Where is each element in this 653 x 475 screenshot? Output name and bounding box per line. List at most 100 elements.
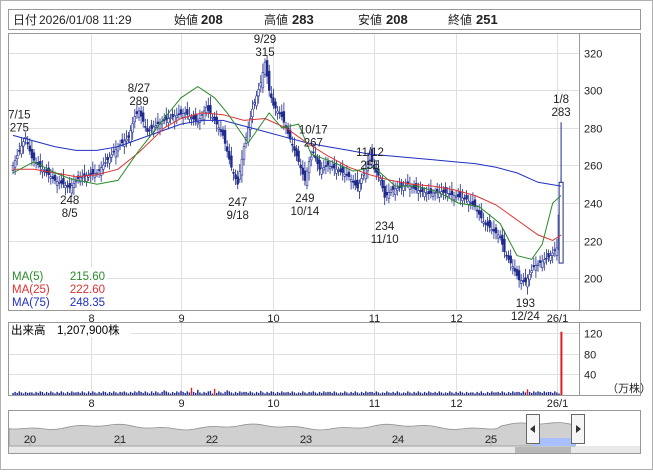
- candle-body: [524, 277, 527, 283]
- volume-bar: [247, 392, 249, 395]
- volume-bar: [537, 391, 539, 395]
- candle-body: [480, 210, 483, 219]
- candle-body: [72, 182, 76, 188]
- candle-body: [511, 266, 514, 269]
- candle-body: [442, 189, 445, 193]
- candle-body: [459, 191, 462, 198]
- volume-bar: [45, 391, 48, 395]
- volume-bar: [352, 392, 354, 395]
- volume-bar: [136, 392, 138, 395]
- volume-bar: [455, 391, 457, 395]
- last-candle-body: [558, 181, 564, 264]
- candle-body: [391, 186, 395, 190]
- candle-body: [108, 156, 111, 164]
- candle-body: [448, 193, 451, 195]
- candle-body: [513, 268, 517, 272]
- volume-bar: [283, 392, 285, 395]
- candle-body: [30, 149, 34, 159]
- candle-body: [341, 166, 344, 174]
- volume-bar: [150, 391, 153, 395]
- volume-bar: [243, 391, 245, 395]
- candle-body: [393, 188, 397, 195]
- candle-body: [175, 115, 178, 118]
- volume-bar: [268, 392, 270, 395]
- volume-bar: [556, 392, 558, 395]
- candle-body: [89, 172, 92, 175]
- volume-bar: [129, 391, 132, 395]
- header-close-value: 251: [476, 12, 498, 27]
- candle-body: [192, 115, 195, 120]
- month-label: 10: [267, 313, 279, 325]
- price-tick-label: 320: [584, 49, 602, 61]
- candle-body: [477, 210, 481, 215]
- volume-bar: [144, 391, 146, 395]
- candle-body: [32, 152, 36, 161]
- candle-body: [379, 178, 382, 181]
- range-handle-right[interactable]: [571, 414, 585, 444]
- candle-body: [102, 164, 105, 170]
- volume-bar: [335, 392, 338, 395]
- volume-bar: [167, 392, 170, 395]
- volume-bar: [316, 393, 319, 395]
- candle-body: [431, 192, 435, 197]
- candle-body: [482, 221, 485, 224]
- candle-body: [316, 157, 319, 164]
- volume-bar: [176, 391, 178, 395]
- volume-bar: [199, 392, 201, 395]
- volume-bar: [174, 392, 176, 395]
- candle-body: [425, 192, 428, 195]
- volume-bar: [142, 392, 144, 395]
- volume-bar: [505, 393, 508, 395]
- volume-bar: [226, 390, 228, 395]
- candle-body: [171, 113, 174, 117]
- candle-body: [318, 159, 321, 170]
- candle-body: [322, 167, 325, 171]
- candle-body: [383, 185, 386, 198]
- volume-bar: [245, 391, 247, 395]
- range-overview[interactable]: 20 21 22 23 24 25: [8, 410, 641, 454]
- volume-bar: [339, 392, 342, 395]
- volume-bar: [394, 392, 396, 395]
- volume-bar: [539, 391, 541, 395]
- candle-body: [330, 166, 334, 168]
- volume-bar: [272, 391, 275, 395]
- candle-body: [538, 260, 542, 263]
- volume-bar: [260, 390, 262, 395]
- candle-body: [230, 155, 233, 168]
- volume-bar: [325, 392, 327, 395]
- volume-bar: [14, 391, 16, 395]
- volume-bar: [531, 392, 533, 395]
- candle-body: [150, 124, 153, 129]
- volume-bar: [92, 391, 94, 395]
- volume-bar: [476, 391, 478, 395]
- volume-bar: [50, 391, 52, 395]
- ma75-legend-name: MA(75): [12, 297, 50, 309]
- candle-body: [519, 280, 523, 284]
- volume-bar: [211, 393, 214, 395]
- candle-body: [540, 260, 544, 268]
- volume-bar: [415, 392, 417, 395]
- candle-body: [51, 176, 55, 179]
- candle-body: [309, 156, 313, 161]
- candle-body: [232, 172, 235, 174]
- candle-body: [238, 171, 241, 180]
- volume-bar: [524, 392, 527, 395]
- volume-bar: [163, 390, 165, 395]
- annotation-date: 12/24: [511, 311, 540, 323]
- candle-body: [490, 228, 493, 232]
- range-handle-left[interactable]: [526, 414, 540, 444]
- volume-bar: [369, 391, 371, 395]
- volume-bar: [541, 392, 543, 395]
- volume-label: 出来高: [11, 323, 46, 337]
- volume-bar: [289, 392, 291, 395]
- volume-bar: [123, 391, 125, 395]
- annotation-value: 249: [295, 193, 314, 205]
- volume-bar: [155, 391, 157, 395]
- volume-bar: [62, 392, 65, 395]
- volume-bar: [54, 393, 56, 395]
- overview-scroll-thumb[interactable]: [515, 447, 571, 453]
- volume-bar: [274, 393, 277, 395]
- candle-body: [356, 179, 359, 189]
- volume-bar: [232, 393, 235, 395]
- candle-body: [247, 127, 250, 143]
